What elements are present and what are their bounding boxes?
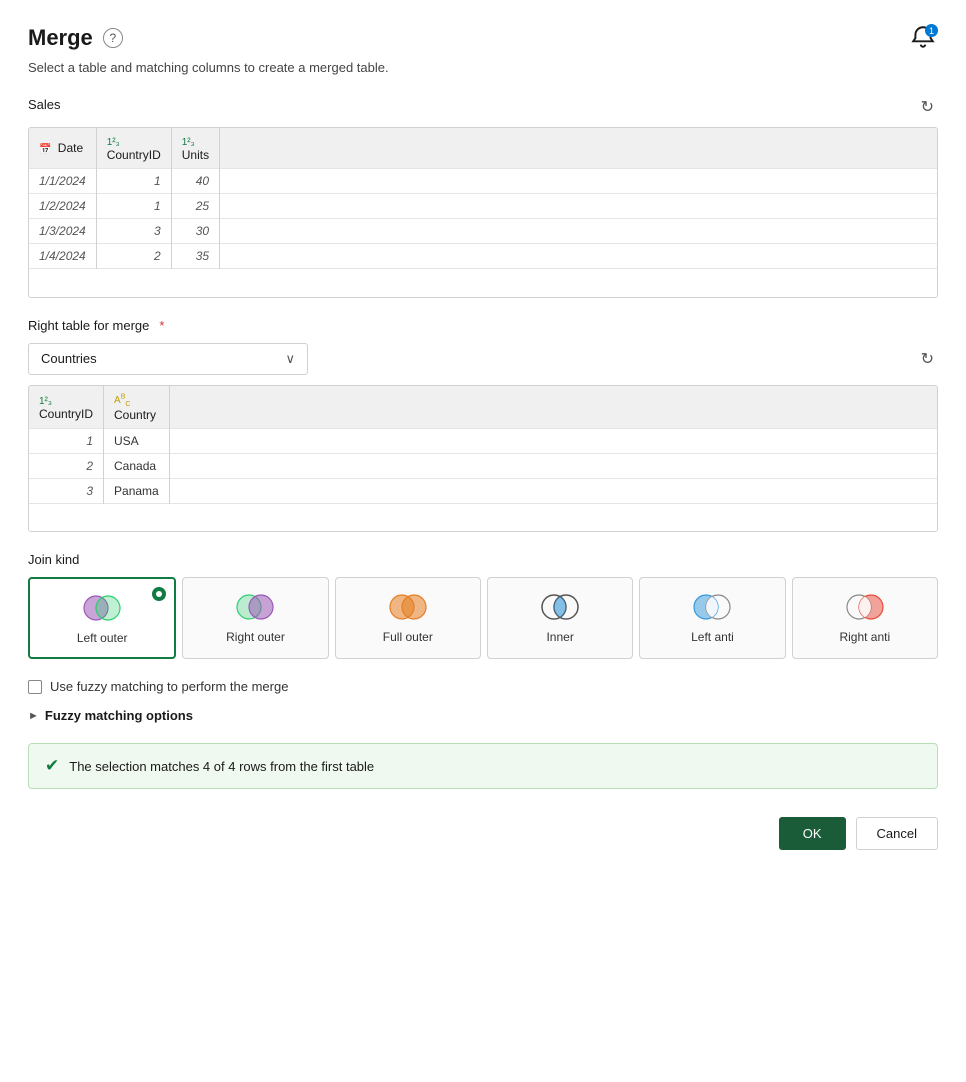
number-type-icon-3: 1²₃ — [39, 396, 52, 407]
fuzzy-checkbox[interactable] — [28, 680, 42, 694]
date-type-icon: 📅 — [39, 144, 51, 155]
right-anti-label: Right anti — [839, 630, 890, 644]
full-outer-label: Full outer — [383, 630, 433, 644]
footer-buttons: OK Cancel — [28, 817, 938, 850]
sales-section-header: Sales ↻ — [28, 93, 938, 121]
sales-table-container: 📅 Date 1²₃ CountryID 1²₃ Units 1/1/2024 … — [28, 127, 938, 298]
col-date[interactable]: 📅 Date — [29, 128, 96, 169]
join-card-left-anti[interactable]: Left anti — [639, 577, 785, 659]
fuzzy-checkbox-row: Use fuzzy matching to perform the merge — [28, 679, 938, 694]
sales-refresh-button[interactable]: ↻ — [917, 93, 938, 121]
right-table-label-row: Right table for merge * — [28, 318, 938, 333]
right-outer-label: Right outer — [226, 630, 285, 644]
right-table-label: Right table for merge — [28, 318, 149, 333]
right-outer-icon — [233, 592, 277, 622]
success-message: ✔ The selection matches 4 of 4 rows from… — [28, 743, 938, 789]
table-spacer-2 — [29, 503, 937, 531]
col-empty-2 — [169, 386, 937, 429]
number-type-icon-1: 1²₃ — [107, 137, 120, 148]
join-kind-label: Join kind — [28, 552, 938, 567]
countries-table: 1²₃ CountryID ABC Country 1 USA 2 Canada — [29, 386, 937, 532]
chevron-right-icon: ► — [28, 710, 39, 722]
page-title: Merge — [28, 25, 93, 51]
join-card-full-outer[interactable]: Full outer — [335, 577, 481, 659]
dropdown-value: Countries — [41, 351, 97, 366]
sales-table: 📅 Date 1²₃ CountryID 1²₃ Units 1/1/2024 … — [29, 128, 937, 297]
col-countryid-right[interactable]: 1²₃ CountryID — [29, 386, 104, 429]
full-outer-icon — [386, 592, 430, 622]
inner-label: Inner — [546, 630, 573, 644]
right-table-dropdown[interactable]: Countries ∨ — [28, 343, 308, 375]
ok-button[interactable]: OK — [779, 817, 846, 850]
page-header: Merge ? 1 — [28, 24, 938, 52]
inner-icon — [538, 592, 582, 622]
join-card-left-outer[interactable]: Left outer — [28, 577, 176, 659]
fuzzy-options-row[interactable]: ► Fuzzy matching options — [28, 708, 938, 723]
required-star: * — [159, 318, 164, 333]
abc-type-icon: ABC — [114, 395, 130, 406]
table-spacer — [29, 269, 937, 297]
left-anti-label: Left anti — [691, 630, 734, 644]
join-card-right-anti[interactable]: Right anti — [792, 577, 938, 659]
title-row: Merge ? — [28, 25, 123, 51]
table-row: 1/2/2024 1 25 — [29, 194, 937, 219]
col-countryid-left[interactable]: 1²₃ CountryID — [96, 128, 171, 169]
notification-icon[interactable]: 1 — [910, 24, 938, 52]
chevron-down-icon: ∨ — [285, 351, 295, 367]
join-card-right-outer[interactable]: Right outer — [182, 577, 328, 659]
table-row: 3 Panama — [29, 478, 937, 503]
success-check-icon: ✔ — [45, 756, 59, 776]
col-empty-1 — [220, 128, 937, 169]
right-table-dropdown-row: Countries ∨ ↻ — [28, 343, 938, 375]
success-text: The selection matches 4 of 4 rows from t… — [69, 759, 374, 774]
notification-badge: 1 — [925, 24, 938, 37]
left-anti-icon — [690, 592, 734, 622]
table-row: 1/3/2024 3 30 — [29, 219, 937, 244]
fuzzy-options-label: Fuzzy matching options — [45, 708, 193, 723]
table-row: 1/1/2024 1 40 — [29, 169, 937, 194]
sales-label: Sales — [28, 97, 61, 112]
fuzzy-label: Use fuzzy matching to perform the merge — [50, 679, 288, 694]
join-options: Left outer Right outer Full outer — [28, 577, 938, 659]
table-row: 1/4/2024 2 35 — [29, 244, 937, 269]
help-icon[interactable]: ? — [103, 28, 123, 48]
col-units[interactable]: 1²₃ Units — [171, 128, 219, 169]
right-anti-icon — [843, 592, 887, 622]
col-country[interactable]: ABC Country — [104, 386, 170, 429]
number-type-icon-2: 1²₃ — [182, 137, 195, 148]
subtitle: Select a table and matching columns to c… — [28, 60, 938, 75]
selected-indicator — [152, 587, 166, 601]
join-card-inner[interactable]: Inner — [487, 577, 633, 659]
table-row: 1 USA — [29, 428, 937, 453]
right-table-refresh-button[interactable]: ↻ — [917, 345, 938, 373]
table-row: 2 Canada — [29, 453, 937, 478]
countries-table-container: 1²₃ CountryID ABC Country 1 USA 2 Canada — [28, 385, 938, 533]
left-outer-label: Left outer — [77, 631, 128, 645]
cancel-button[interactable]: Cancel — [856, 817, 938, 850]
left-outer-icon — [80, 593, 124, 623]
